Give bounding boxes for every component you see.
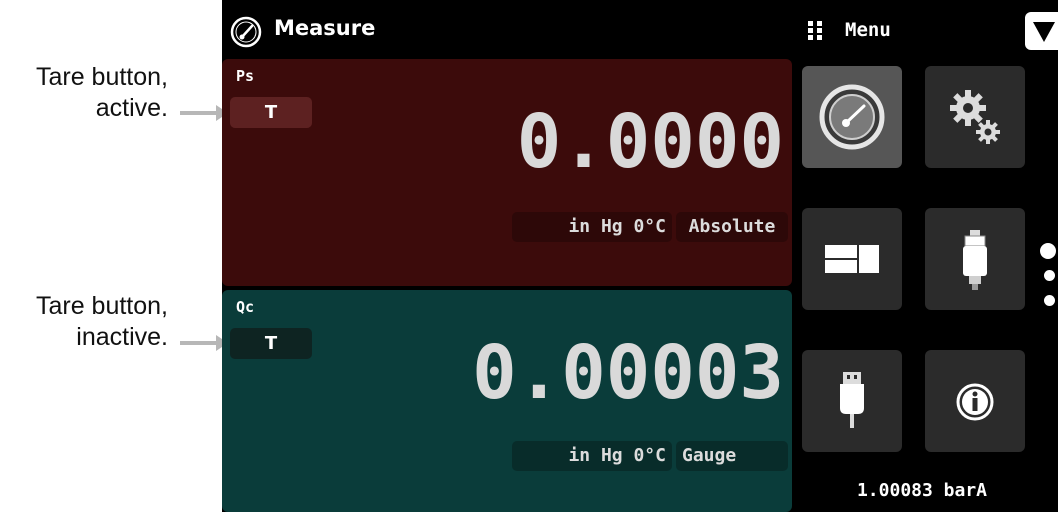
- info-icon: [956, 383, 994, 421]
- channel-label: Ps: [236, 67, 255, 85]
- tile-sensor[interactable]: [925, 208, 1025, 310]
- mode-selector[interactable]: Gauge: [676, 441, 788, 471]
- callout-tare-inactive: Tare button, inactive.: [35, 292, 168, 351]
- tile-settings[interactable]: [925, 66, 1025, 168]
- dropdown-button[interactable]: [1025, 12, 1058, 50]
- grid-dots-icon[interactable]: [808, 21, 822, 41]
- triangle-down-icon: [1033, 22, 1055, 42]
- gauge-icon: [230, 16, 262, 48]
- unit-selector[interactable]: in Hg 0°C: [512, 441, 672, 471]
- page-dot-active[interactable]: [1040, 243, 1056, 259]
- usb-icon: [840, 372, 864, 428]
- page-dot[interactable]: [1044, 295, 1055, 306]
- tare-button-active[interactable]: T: [230, 97, 312, 128]
- callout-tare-active: Tare button, active.: [35, 63, 168, 122]
- gears-icon: [950, 90, 1000, 144]
- tile-display[interactable]: [802, 208, 902, 310]
- tile-measure[interactable]: [802, 66, 902, 168]
- tare-button-inactive[interactable]: T: [230, 328, 312, 359]
- sensor-icon: [963, 230, 987, 290]
- pressure-reading: 0.00003: [472, 330, 784, 416]
- page-title: Measure: [274, 16, 376, 40]
- barometer-reading: 1.00083 barA: [856, 480, 988, 501]
- callout-arrow-inactive: [180, 335, 228, 351]
- menu-button[interactable]: Menu: [845, 19, 891, 41]
- tile-info[interactable]: [925, 350, 1025, 452]
- channel-ps[interactable]: Ps T 0.0000 in Hg 0°C Absolute: [222, 59, 792, 286]
- gauge-icon: [819, 84, 885, 150]
- page-dot[interactable]: [1044, 270, 1055, 281]
- tile-usb[interactable]: [802, 350, 902, 452]
- unit-selector[interactable]: in Hg 0°C: [512, 212, 672, 242]
- mode-selector[interactable]: Absolute: [676, 212, 788, 242]
- channel-label: Qc: [236, 298, 255, 316]
- device-screen: Measure Menu Ps T 0.0000 in Hg 0°C Absol…: [222, 0, 1058, 512]
- pressure-reading: 0.0000: [516, 99, 784, 185]
- channel-qc[interactable]: Qc T 0.00003 in Hg 0°C Gauge: [222, 290, 792, 512]
- window-layout-icon: [825, 245, 879, 273]
- callout-arrow-active: [180, 105, 228, 121]
